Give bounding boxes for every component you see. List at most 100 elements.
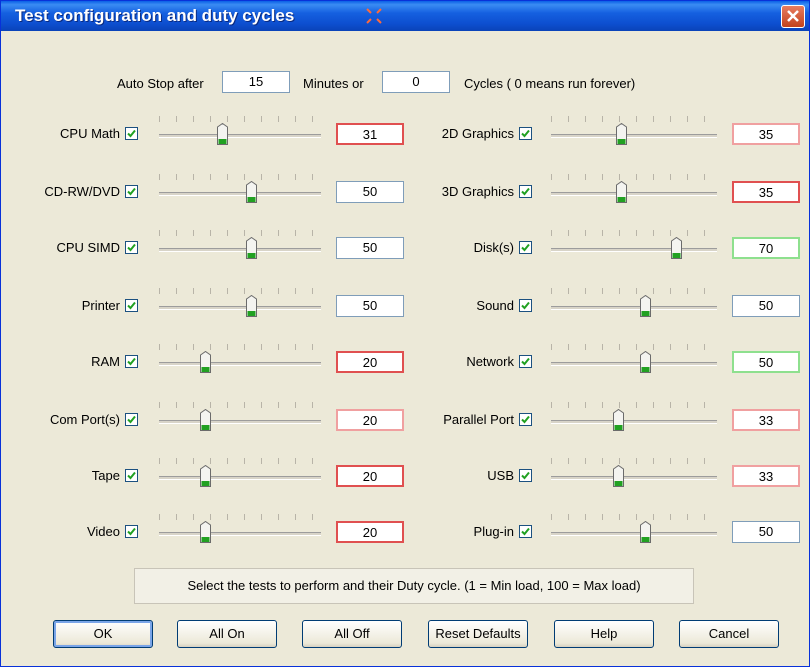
right-test-checkbox[interactable]: [519, 355, 532, 368]
slider-thumb[interactable]: [246, 236, 257, 259]
left-duty-slider[interactable]: [159, 174, 321, 210]
slider-thumb[interactable]: [671, 236, 682, 259]
left-duty-slider[interactable]: [159, 402, 321, 438]
slider-ticks: [551, 402, 717, 408]
slider-ticks: [551, 344, 717, 350]
slider-thumb[interactable]: [200, 464, 211, 487]
title-bar[interactable]: Test configuration and duty cycles: [1, 1, 809, 31]
left-test-checkbox[interactable]: [125, 299, 138, 312]
checkmark-icon: [521, 357, 530, 366]
left-test-checkbox[interactable]: [125, 413, 138, 426]
left-duty-value-input[interactable]: 31: [336, 123, 404, 145]
slider-thumb[interactable]: [613, 408, 624, 431]
right-duty-slider[interactable]: [551, 288, 717, 324]
slider-thumb[interactable]: [246, 180, 257, 203]
slider-track: [159, 420, 321, 424]
left-duty-slider[interactable]: [159, 458, 321, 494]
minutes-input[interactable]: 15: [222, 71, 290, 93]
right-test-checkbox[interactable]: [519, 127, 532, 140]
left-duty-slider[interactable]: [159, 116, 321, 152]
right-test-label: Parallel Port: [443, 412, 514, 427]
right-duty-slider[interactable]: [551, 230, 717, 266]
left-duty-value-input[interactable]: 50: [336, 237, 404, 259]
left-test-label: Tape: [91, 468, 120, 483]
right-test-checkbox[interactable]: [519, 525, 532, 538]
slider-track: [551, 134, 717, 138]
hint-text: Select the tests to perform and their Du…: [134, 568, 694, 604]
slider-track: [159, 192, 321, 196]
slider-track: [551, 532, 717, 536]
dialog-window: Test configuration and duty cycles Auto …: [0, 0, 810, 667]
cancel-button[interactable]: Cancel: [679, 620, 779, 648]
left-duty-slider[interactable]: [159, 344, 321, 380]
left-test-checkbox[interactable]: [125, 241, 138, 254]
checkmark-icon: [521, 471, 530, 480]
cycles-input[interactable]: 0: [382, 71, 450, 93]
slider-thumb[interactable]: [246, 294, 257, 317]
right-duty-slider[interactable]: [551, 458, 717, 494]
right-duty-value-input[interactable]: 33: [732, 409, 800, 431]
right-duty-value-input[interactable]: 35: [732, 181, 800, 203]
move-cursor-icon: [366, 8, 382, 24]
left-duty-value-input[interactable]: 50: [336, 295, 404, 317]
left-duty-value-input[interactable]: 20: [336, 521, 404, 543]
slider-thumb[interactable]: [613, 464, 624, 487]
left-test-checkbox[interactable]: [125, 185, 138, 198]
slider-track: [159, 362, 321, 366]
right-duty-value-input[interactable]: 35: [732, 123, 800, 145]
left-duty-value-input[interactable]: 20: [336, 409, 404, 431]
left-test-label: CD-RW/DVD: [44, 184, 120, 199]
slider-ticks: [159, 174, 321, 180]
left-test-label: CPU SIMD: [56, 240, 120, 255]
slider-thumb[interactable]: [640, 350, 651, 373]
slider-thumb[interactable]: [616, 122, 627, 145]
slider-ticks: [159, 116, 321, 122]
slider-thumb[interactable]: [217, 122, 228, 145]
right-duty-slider[interactable]: [551, 402, 717, 438]
right-duty-slider[interactable]: [551, 116, 717, 152]
left-duty-value-input[interactable]: 20: [336, 351, 404, 373]
slider-thumb[interactable]: [200, 350, 211, 373]
slider-thumb[interactable]: [616, 180, 627, 203]
right-duty-value-input[interactable]: 50: [732, 295, 800, 317]
left-test-checkbox[interactable]: [125, 127, 138, 140]
checkmark-icon: [521, 527, 530, 536]
right-duty-slider[interactable]: [551, 174, 717, 210]
slider-track: [159, 248, 321, 252]
left-duty-slider[interactable]: [159, 514, 321, 550]
left-test-checkbox[interactable]: [125, 525, 138, 538]
right-duty-value-input[interactable]: 70: [732, 237, 800, 259]
right-duty-slider[interactable]: [551, 514, 717, 550]
right-test-checkbox[interactable]: [519, 241, 532, 254]
checkmark-icon: [521, 187, 530, 196]
slider-track: [551, 248, 717, 252]
reset-defaults-button[interactable]: Reset Defaults: [428, 620, 528, 648]
left-duty-slider[interactable]: [159, 230, 321, 266]
slider-track: [159, 306, 321, 310]
right-test-checkbox[interactable]: [519, 185, 532, 198]
right-duty-value-input[interactable]: 33: [732, 465, 800, 487]
slider-thumb[interactable]: [200, 520, 211, 543]
slider-thumb[interactable]: [200, 408, 211, 431]
ok-button[interactable]: OK: [53, 620, 153, 648]
left-duty-slider[interactable]: [159, 288, 321, 324]
right-duty-value-input[interactable]: 50: [732, 521, 800, 543]
slider-ticks: [159, 288, 321, 294]
right-test-checkbox[interactable]: [519, 469, 532, 482]
left-test-checkbox[interactable]: [125, 469, 138, 482]
all-on-button[interactable]: All On: [177, 620, 277, 648]
checkmark-icon: [127, 357, 136, 366]
right-test-checkbox[interactable]: [519, 413, 532, 426]
slider-thumb[interactable]: [640, 294, 651, 317]
cycles-label: Cycles ( 0 means run forever): [464, 76, 636, 91]
right-test-checkbox[interactable]: [519, 299, 532, 312]
right-duty-slider[interactable]: [551, 344, 717, 380]
slider-thumb[interactable]: [640, 520, 651, 543]
right-duty-value-input[interactable]: 50: [732, 351, 800, 373]
close-button[interactable]: [781, 5, 805, 28]
left-duty-value-input[interactable]: 50: [336, 181, 404, 203]
left-test-checkbox[interactable]: [125, 355, 138, 368]
left-duty-value-input[interactable]: 20: [336, 465, 404, 487]
help-button[interactable]: Help: [554, 620, 654, 648]
all-off-button[interactable]: All Off: [302, 620, 402, 648]
